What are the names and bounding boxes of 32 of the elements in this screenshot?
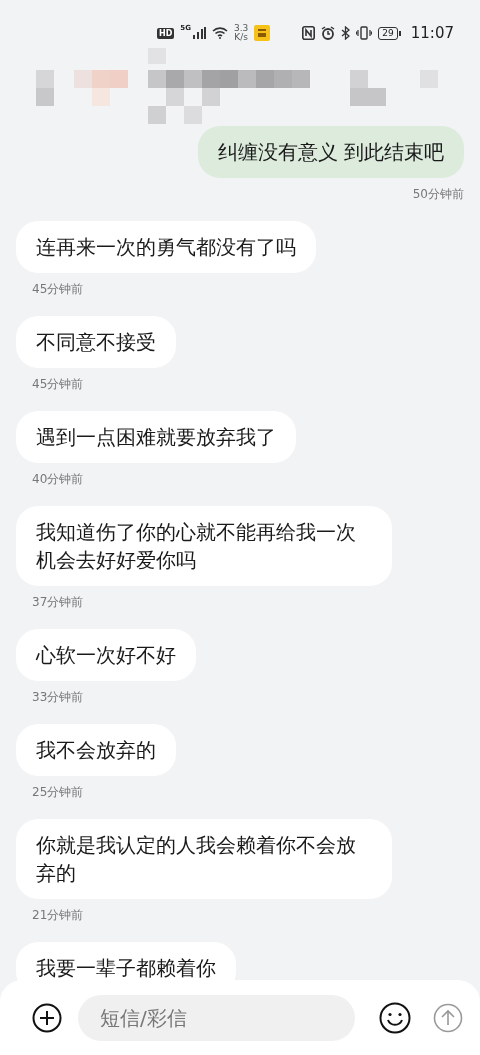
send-icon[interactable] — [433, 1002, 463, 1033]
message-time: 37分钟前 — [32, 594, 84, 611]
message-bubble: 遇到一点困难就要放弃我了 — [16, 411, 296, 463]
message-time: 25分钟前 — [32, 784, 84, 801]
message-time: 45分钟前 — [32, 376, 84, 393]
nfc-icon — [302, 26, 316, 40]
message-bubble: 连再来一次的勇气都没有了吗 — [16, 221, 316, 273]
app-icon — [254, 25, 271, 41]
vibrate-icon — [356, 26, 373, 40]
wifi-icon — [212, 27, 228, 39]
clock-time: 11:07 — [410, 24, 454, 42]
message-bubble: 纠缠没有意义 到此结束吧 — [197, 126, 464, 178]
message-bubble: 你就是我认定的人我会赖着你不会放弃的 — [16, 819, 392, 899]
message-time: 40分钟前 — [32, 471, 84, 488]
message-input[interactable]: 短信/彩信 — [78, 994, 355, 1041]
emoji-icon[interactable] — [379, 1001, 411, 1034]
message-bubble: 我不会放弃的 — [16, 724, 176, 776]
message-bubble: 我知道伤了你的心就不能再给我一次机会去好好爱你吗 — [16, 506, 392, 586]
message-bubble: 心软一次好不好 — [16, 629, 196, 681]
speed-value: 3.3 — [234, 24, 249, 33]
battery-icon: 29 — [378, 26, 401, 40]
message-time: 33分钟前 — [32, 689, 84, 706]
speed-unit: K/s — [234, 33, 249, 42]
message-time: 50分钟前 — [412, 186, 464, 203]
hd-badge: HD — [157, 27, 175, 39]
message-time: 45分钟前 — [32, 281, 84, 298]
add-icon[interactable] — [32, 1002, 62, 1033]
signal-icon — [192, 27, 206, 39]
message-bubble: 不同意不接受 — [16, 316, 176, 368]
alarm-icon — [321, 26, 336, 40]
message-time: 21分钟前 — [32, 907, 84, 924]
bluetooth-icon — [341, 26, 351, 40]
